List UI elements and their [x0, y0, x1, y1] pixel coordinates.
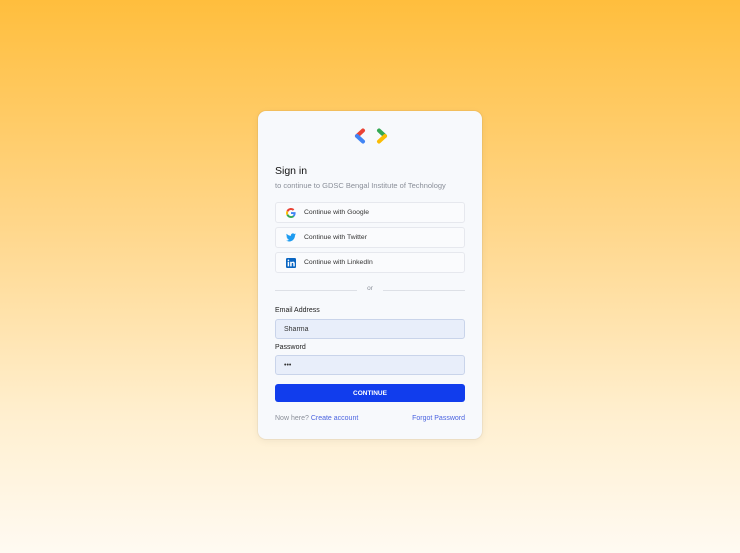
- page-subtitle: to continue to GDSC Bengal Institute of …: [275, 181, 446, 190]
- email-label: Email Address: [275, 307, 320, 314]
- card-footer: Now here? Create account Forgot Password: [275, 415, 465, 422]
- linkedin-button-label: Continue with LinkedIn: [304, 259, 373, 266]
- twitter-button-label: Continue with Twitter: [304, 234, 367, 241]
- linkedin-icon: [286, 257, 296, 268]
- email-field[interactable]: [275, 319, 465, 339]
- password-label: Password: [275, 344, 306, 351]
- continue-with-google-button[interactable]: Continue with Google: [275, 202, 465, 223]
- divider-line-right: [383, 290, 465, 291]
- signin-card: Sign in to continue to GDSC Bengal Insti…: [258, 111, 482, 439]
- continue-button[interactable]: CONTINUE: [275, 384, 465, 402]
- google-button-label: Continue with Google: [304, 209, 369, 216]
- gdsc-logo-icon: [355, 128, 387, 144]
- continue-with-linkedin-button[interactable]: Continue with LinkedIn: [275, 252, 465, 273]
- google-icon: [286, 207, 296, 218]
- password-field[interactable]: [275, 355, 465, 375]
- forgot-password-link[interactable]: Forgot Password: [412, 415, 465, 422]
- twitter-icon: [286, 233, 296, 243]
- page-title: Sign in: [275, 165, 308, 177]
- or-divider: or: [275, 285, 465, 295]
- continue-with-twitter-button[interactable]: Continue with Twitter: [275, 227, 465, 248]
- create-account-link[interactable]: Create account: [311, 415, 358, 422]
- new-here-text: Now here?: [275, 415, 309, 422]
